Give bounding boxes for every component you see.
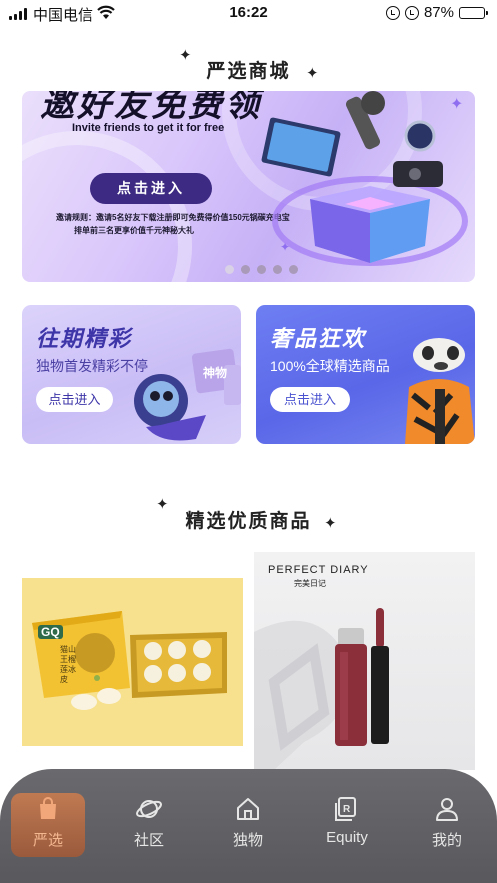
promo-title: 往期精彩 bbox=[36, 326, 133, 351]
carousel-dot[interactable] bbox=[257, 265, 266, 274]
gift-box-illustration: ✦ ✦ bbox=[261, 91, 468, 266]
carousel-dot[interactable] bbox=[225, 265, 234, 274]
product-brand: PERFECT DIARY bbox=[268, 564, 369, 576]
product-brand-logo: GQ bbox=[38, 625, 63, 639]
decorative-swirl bbox=[22, 131, 192, 282]
meerkat-mascot-illustration bbox=[405, 338, 475, 444]
lipstick-illustration bbox=[254, 608, 389, 770]
tab-equity[interactable]: R Equity bbox=[310, 793, 384, 857]
bottom-tab-bar: 严选 社区 独物 R Equity 我的 bbox=[0, 769, 497, 883]
promo-enter-button[interactable]: 点击进入 bbox=[270, 387, 350, 412]
home-icon bbox=[237, 798, 259, 820]
hero-headline: 邀好友免费领 bbox=[40, 91, 262, 124]
tab-label: Equity bbox=[326, 829, 368, 846]
carousel-dot[interactable] bbox=[289, 265, 298, 274]
tab-label: 严选 bbox=[32, 832, 63, 849]
alarm-icon bbox=[404, 5, 419, 20]
tab-yanxuan[interactable]: 严选 bbox=[11, 793, 85, 857]
svg-text:✦: ✦ bbox=[450, 96, 463, 113]
promo-tag: 神物 bbox=[203, 366, 228, 380]
carousel-dot[interactable] bbox=[241, 265, 250, 274]
hero-rules-line2: 排单前三名更享价值千元神秘大礼 bbox=[74, 226, 194, 235]
product-card-mooncake[interactable]: GQ 猫山王榴莲冰皮 bbox=[22, 552, 243, 770]
product-pack-name: 猫山王榴莲冰皮 bbox=[60, 645, 76, 684]
product-card-perfect-diary[interactable]: PERFECT DIARY 完美日记 bbox=[254, 552, 475, 770]
promo-title: 奢品狂欢 bbox=[270, 326, 367, 351]
sparkle-icon: ✦ bbox=[324, 515, 337, 532]
hero-enter-button[interactable]: 点击进入 bbox=[90, 173, 212, 204]
svg-text:R: R bbox=[343, 804, 351, 815]
tab-label: 我的 bbox=[431, 832, 462, 849]
sparkle-icon: ✦ bbox=[306, 65, 319, 82]
tab-mine[interactable]: 我的 bbox=[410, 793, 484, 857]
equity-icon: R bbox=[335, 797, 356, 821]
tab-community[interactable]: 社区 bbox=[112, 793, 186, 857]
promo-card-past-highlights[interactable]: 往期精彩 独物首发精彩不停 点击进入 神物 bbox=[22, 305, 241, 444]
tab-label: 独物 bbox=[232, 832, 263, 849]
astronaut-illustration bbox=[134, 348, 241, 441]
hero-banner[interactable]: 邀好友免费领 Invite friends to get it for free… bbox=[22, 91, 475, 282]
hero-subline: Invite friends to get it for free bbox=[72, 122, 225, 134]
product-brand-cn: 完美日记 bbox=[294, 579, 326, 588]
svg-text:✦: ✦ bbox=[280, 240, 290, 254]
carousel-indicator bbox=[225, 265, 298, 274]
user-icon bbox=[436, 798, 458, 821]
section-title-featured: 精选优质商品 bbox=[185, 511, 312, 532]
promo-subtitle: 100%全球精选商品 bbox=[270, 358, 390, 374]
tab-label: 社区 bbox=[133, 832, 164, 849]
section-title-yanxuan: 严选商城 bbox=[206, 61, 291, 82]
bag-icon bbox=[40, 797, 56, 819]
promo-enter-button[interactable]: 点击进入 bbox=[36, 387, 113, 412]
lock-rotation-icon bbox=[385, 5, 400, 20]
battery-percent: 87% bbox=[423, 4, 454, 21]
status-bar: 中国电信 16:22 87% bbox=[0, 0, 497, 28]
carousel-dot[interactable] bbox=[273, 265, 282, 274]
promo-card-luxury-carnival[interactable]: 奢品狂欢 100%全球精选商品 点击进入 bbox=[256, 305, 475, 444]
tab-duwu[interactable]: 独物 bbox=[211, 793, 285, 857]
mooncake-box-illustration bbox=[32, 611, 227, 710]
planet-icon bbox=[136, 800, 162, 818]
battery-icon bbox=[459, 6, 488, 19]
